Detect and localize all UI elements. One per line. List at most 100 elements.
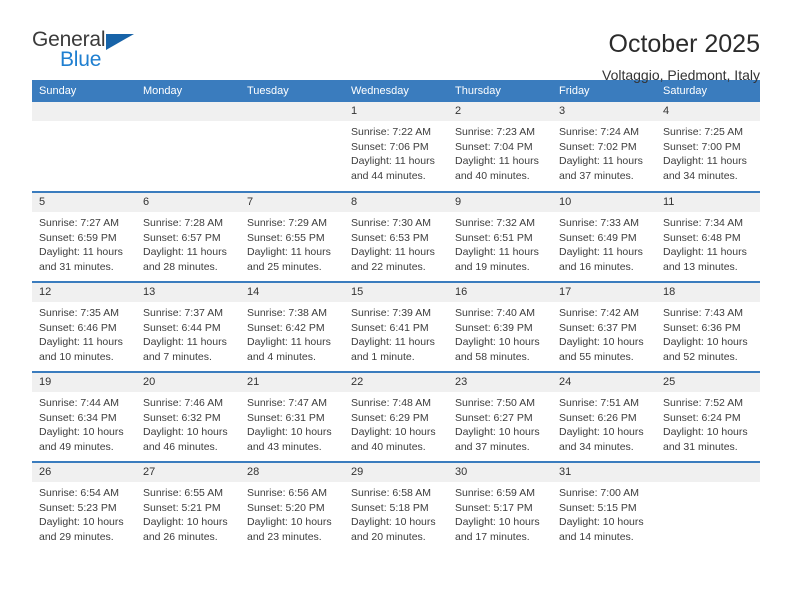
daylight-text: Daylight: 11 hours and 19 minutes. [455,246,539,273]
sunset-text: Sunset: 6:31 PM [247,411,325,424]
sunset-text: Sunset: 6:49 PM [559,231,637,244]
day-number: 17 [552,283,656,302]
calendar-day-cell[interactable]: 29 Sunrise: 6:58 AM Sunset: 5:18 PM Dayligh… [344,461,448,552]
calendar-day-cell[interactable]: 1 Sunrise: 7:22 AM Sunset: 7:06 PM Daylight… [344,102,448,192]
calendar-day-cell[interactable]: 2 Sunrise: 7:23 AM Sunset: 7:04 PM Daylight… [448,102,552,192]
daylight-text: Daylight: 11 hours and 31 minutes. [39,246,123,273]
day-number: 12 [32,283,136,302]
sunrise-text: Sunrise: 7:47 AM [247,397,327,409]
calendar-day-cell[interactable]: 20 Sunrise: 7:46 AM Sunset: 6:32 PM Dayligh… [136,371,240,462]
calendar-day-cell[interactable]: 18 Sunrise: 7:43 AM Sunset: 6:36 PM Dayligh… [656,281,760,372]
sunrise-text: Sunrise: 6:58 AM [351,487,431,499]
day-number: 3 [552,102,656,121]
calendar-day-cell[interactable]: 19 Sunrise: 7:44 AM Sunset: 6:34 PM Dayligh… [32,371,136,462]
day-number: 14 [240,283,344,302]
day-sun-info: Sunrise: 7:23 AM Sunset: 7:04 PM Daylight:… [448,121,552,183]
sunset-text: Sunset: 6:37 PM [559,321,637,334]
daylight-text: Daylight: 10 hours and 29 minutes. [39,516,124,543]
calendar-day-cell[interactable]: 10 Sunrise: 7:33 AM Sunset: 6:49 PM Dayligh… [552,191,656,282]
day-sun-info: Sunrise: 7:44 AM Sunset: 6:34 PM Daylight:… [32,392,136,454]
day-sun-info: Sunrise: 7:42 AM Sunset: 6:37 PM Daylight:… [552,302,656,364]
day-sun-info: Sunrise: 7:24 AM Sunset: 7:02 PM Daylight:… [552,121,656,183]
brand-logo[interactable]: General Blue [32,28,152,74]
sunrise-text: Sunrise: 6:59 AM [455,487,535,499]
sunrise-text: Sunrise: 7:38 AM [247,307,327,319]
calendar-day-cell[interactable]: 6 Sunrise: 7:28 AM Sunset: 6:57 PM Daylight… [136,191,240,282]
calendar-day-cell[interactable]: 15 Sunrise: 7:39 AM Sunset: 6:41 PM Dayligh… [344,281,448,372]
daylight-text: Daylight: 10 hours and 34 minutes. [559,426,644,453]
calendar-day-cell[interactable]: 31 Sunrise: 7:00 AM Sunset: 5:15 PM Dayligh… [552,461,656,552]
calendar-day-cell[interactable]: 3 Sunrise: 7:24 AM Sunset: 7:02 PM Daylight… [552,102,656,192]
day-number: 6 [136,193,240,212]
calendar-day-cell[interactable]: 7 Sunrise: 7:29 AM Sunset: 6:55 PM Daylight… [240,191,344,282]
sunrise-text: Sunrise: 7:22 AM [351,126,431,138]
calendar-day-cell[interactable]: 4 Sunrise: 7:25 AM Sunset: 7:00 PM Daylight… [656,102,760,192]
calendar-day-cell[interactable]: 30 Sunrise: 6:59 AM Sunset: 5:17 PM Dayligh… [448,461,552,552]
day-sun-info: Sunrise: 7:34 AM Sunset: 6:48 PM Daylight:… [656,212,760,274]
sunrise-text: Sunrise: 6:54 AM [39,487,119,499]
calendar-day-cell[interactable]: 16 Sunrise: 7:40 AM Sunset: 6:39 PM Dayligh… [448,281,552,372]
daylight-text: Daylight: 11 hours and 28 minutes. [143,246,227,273]
day-sun-info: Sunrise: 7:22 AM Sunset: 7:06 PM Daylight:… [344,121,448,183]
sunrise-text: Sunrise: 7:30 AM [351,217,431,229]
calendar-day-cell[interactable]: 26 Sunrise: 6:54 AM Sunset: 5:23 PM Dayligh… [32,461,136,552]
sunrise-text: Sunrise: 7:50 AM [455,397,535,409]
calendar-day-cell[interactable]: 17 Sunrise: 7:42 AM Sunset: 6:37 PM Dayligh… [552,281,656,372]
calendar-day-cell[interactable]: 27 Sunrise: 6:55 AM Sunset: 5:21 PM Dayligh… [136,461,240,552]
calendar-day-cell[interactable]: 25 Sunrise: 7:52 AM Sunset: 6:24 PM Dayligh… [656,371,760,462]
day-number: 22 [344,373,448,392]
calendar-day-cell[interactable]: 13 Sunrise: 7:37 AM Sunset: 6:44 PM Dayligh… [136,281,240,372]
day-number: 28 [240,463,344,482]
day-sun-info: Sunrise: 7:30 AM Sunset: 6:53 PM Daylight:… [344,212,448,274]
title-block: October 2025 Voltaggio, Piedmont, Italy [602,28,760,85]
calendar-week-row: 1 Sunrise: 7:22 AM Sunset: 7:06 PM Daylight… [32,102,760,192]
day-sun-info: Sunrise: 7:27 AM Sunset: 6:59 PM Daylight:… [32,212,136,274]
sunrise-text: Sunrise: 7:35 AM [39,307,119,319]
sunset-text: Sunset: 6:51 PM [455,231,533,244]
day-sun-info: Sunrise: 7:46 AM Sunset: 6:32 PM Daylight:… [136,392,240,454]
day-number: 23 [448,373,552,392]
calendar-day-cell[interactable]: 28 Sunrise: 6:56 AM Sunset: 5:20 PM Dayligh… [240,461,344,552]
calendar-day-cell[interactable]: 12 Sunrise: 7:35 AM Sunset: 6:46 PM Dayligh… [32,281,136,372]
sunrise-text: Sunrise: 7:52 AM [663,397,743,409]
day-sun-info: Sunrise: 6:56 AM Sunset: 5:20 PM Daylight:… [240,482,344,544]
day-number: 19 [32,373,136,392]
sunrise-text: Sunrise: 7:27 AM [39,217,119,229]
sunset-text: Sunset: 5:15 PM [559,501,637,514]
sunset-text: Sunset: 6:34 PM [39,411,117,424]
calendar-day-cell[interactable]: 5 Sunrise: 7:27 AM Sunset: 6:59 PM Daylight… [32,191,136,282]
daylight-text: Daylight: 10 hours and 43 minutes. [247,426,332,453]
day-sun-info: Sunrise: 7:37 AM Sunset: 6:44 PM Daylight:… [136,302,240,364]
calendar-day-cell[interactable]: 21 Sunrise: 7:47 AM Sunset: 6:31 PM Dayligh… [240,371,344,462]
sunrise-text: Sunrise: 7:33 AM [559,217,639,229]
sunrise-text: Sunrise: 7:25 AM [663,126,743,138]
sunrise-text: Sunrise: 6:56 AM [247,487,327,499]
calendar-day-cell[interactable]: 24 Sunrise: 7:51 AM Sunset: 6:26 PM Dayligh… [552,371,656,462]
day-sun-info: Sunrise: 6:59 AM Sunset: 5:17 PM Daylight:… [448,482,552,544]
calendar-day-cell[interactable]: 8 Sunrise: 7:30 AM Sunset: 6:53 PM Daylight… [344,191,448,282]
calendar-week-row: 19 Sunrise: 7:44 AM Sunset: 6:34 PM Dayligh… [32,371,760,462]
sunset-text: Sunset: 5:21 PM [143,501,221,514]
calendar-day-cell[interactable]: 22 Sunrise: 7:48 AM Sunset: 6:29 PM Dayligh… [344,371,448,462]
sunrise-text: Sunrise: 7:32 AM [455,217,535,229]
day-number [32,102,136,121]
sunrise-text: Sunrise: 7:23 AM [455,126,535,138]
daylight-text: Daylight: 11 hours and 22 minutes. [351,246,435,273]
sunset-text: Sunset: 6:36 PM [663,321,741,334]
sunrise-text: Sunrise: 7:48 AM [351,397,431,409]
day-number: 30 [448,463,552,482]
day-number [136,102,240,121]
calendar-day-cell-empty [240,102,344,192]
page-subtitle: Voltaggio, Piedmont, Italy [602,67,760,83]
daylight-text: Daylight: 10 hours and 31 minutes. [663,426,748,453]
calendar-day-cell[interactable]: 9 Sunrise: 7:32 AM Sunset: 6:51 PM Daylight… [448,191,552,282]
daylight-text: Daylight: 10 hours and 37 minutes. [455,426,540,453]
day-sun-info: Sunrise: 7:00 AM Sunset: 5:15 PM Daylight:… [552,482,656,544]
calendar-day-cell[interactable]: 11 Sunrise: 7:34 AM Sunset: 6:48 PM Dayligh… [656,191,760,282]
sunset-text: Sunset: 6:39 PM [455,321,533,334]
sunset-text: Sunset: 6:57 PM [143,231,221,244]
day-number: 27 [136,463,240,482]
sunset-text: Sunset: 6:29 PM [351,411,429,424]
calendar-day-cell[interactable]: 23 Sunrise: 7:50 AM Sunset: 6:27 PM Dayligh… [448,371,552,462]
calendar-day-cell[interactable]: 14 Sunrise: 7:38 AM Sunset: 6:42 PM Dayligh… [240,281,344,372]
